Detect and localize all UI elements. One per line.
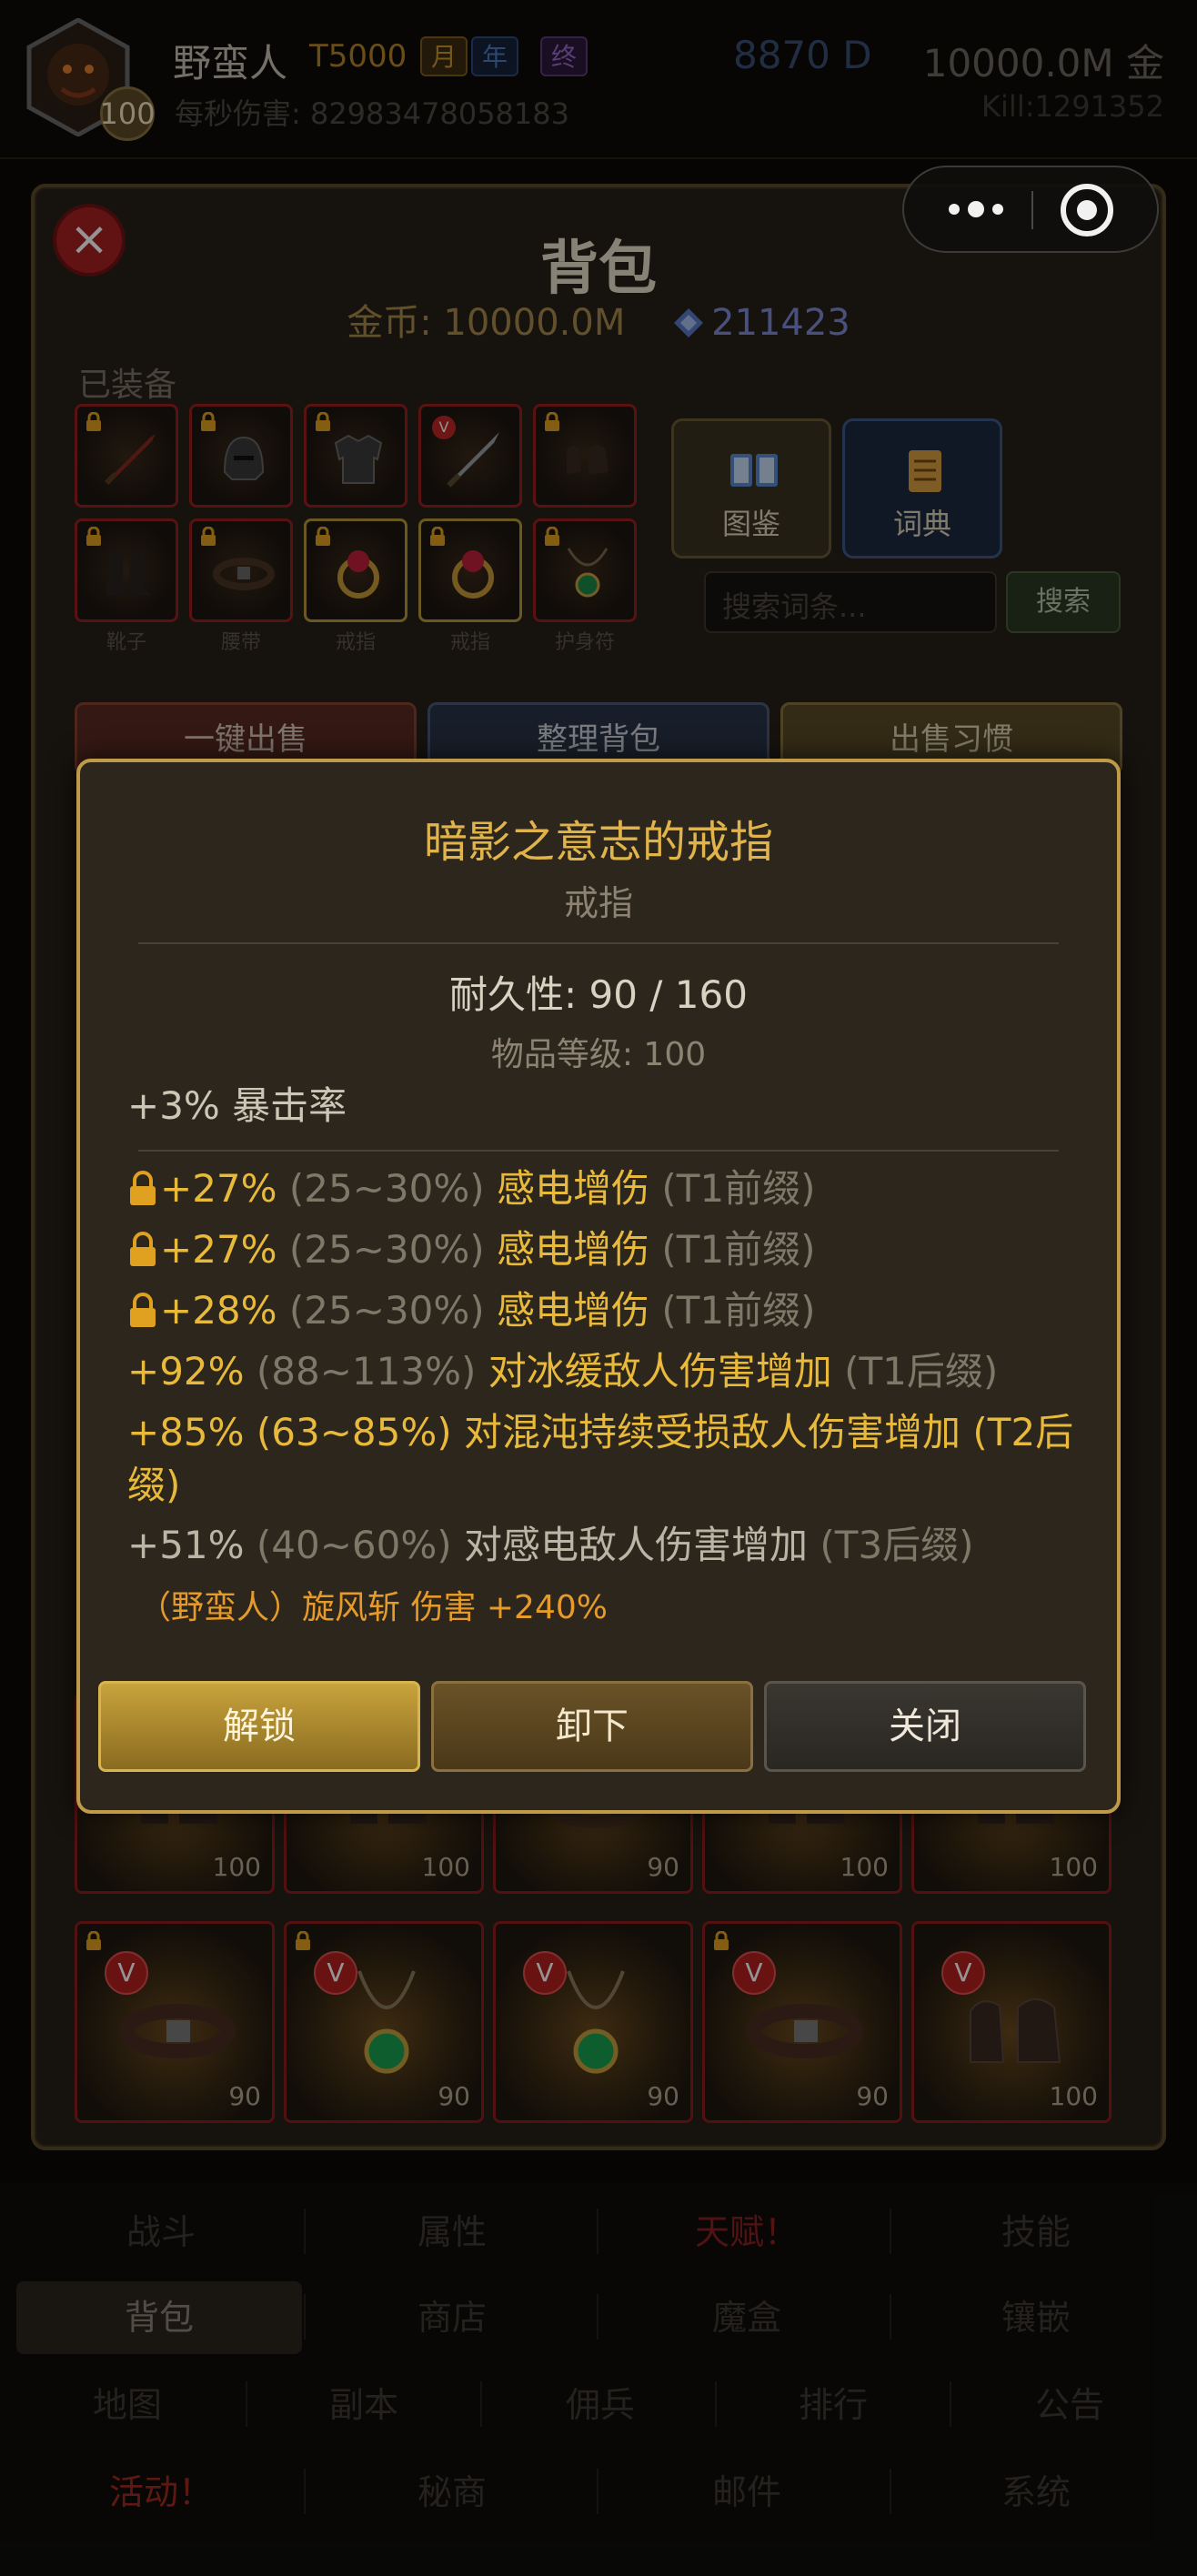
affix-range: (88~113%) [256, 1349, 477, 1394]
lock-icon [130, 1232, 156, 1266]
unequip-button[interactable]: 卸下 [431, 1681, 753, 1772]
affix-line: +51% (40~60%) 对感电敌人伤害增加 (T3后缀) [127, 1519, 1091, 1572]
item-name: 暗影之意志的戒指 [423, 817, 773, 868]
affix-range: (25~30%) [288, 1288, 485, 1333]
item-detail-modal: 暗影之意志的戒指 戒指 耐久性: 90 / 160 物品等级: 100 +3% … [76, 759, 1121, 1814]
affix-line: +85% (63~85%) 对混沌持续受损敌人伤害增加 (T2后缀) [127, 1406, 1091, 1512]
affix-name: 对感电敌人伤害增加 [464, 1523, 809, 1567]
affix-tier: (T3后缀) [820, 1523, 974, 1567]
affix-name: 对混沌持续受损敌人伤害增加 [464, 1410, 961, 1454]
affix-line: +27% (25~30%) 感电增伤 (T1前缀) [127, 1162, 1091, 1215]
affix-tier: (T1前缀) [661, 1288, 816, 1333]
affix-tier: (T1前缀) [661, 1227, 816, 1272]
affix-value: +92% [127, 1349, 245, 1394]
affix-value: +51% [127, 1523, 245, 1567]
divider [138, 1150, 1059, 1152]
item-durability: 耐久性: 90 / 160 [449, 972, 748, 1017]
affix-value: +27% [160, 1227, 277, 1272]
affix-range: (25~30%) [288, 1166, 485, 1211]
more-menu-icon[interactable] [935, 167, 1017, 251]
item-level: 物品等级: 100 [490, 1036, 707, 1073]
implicit-stat: +3% 暴击率 [127, 1083, 347, 1128]
affix-name: 对冰缓敌人伤害增加 [488, 1349, 832, 1394]
skill-bonus: （野蛮人）旋风斩 伤害 +240% [138, 1589, 608, 1626]
affix-tier: (T1后缀) [844, 1349, 999, 1394]
lock-icon [130, 1293, 156, 1327]
affix-name: 感电增伤 [497, 1166, 650, 1211]
affix-tier: (T1前缀) [661, 1166, 816, 1211]
item-type: 戒指 [563, 883, 633, 923]
affix-range: (25~30%) [288, 1227, 485, 1272]
exit-miniprogram-icon[interactable] [1061, 184, 1113, 236]
affix-line: +27% (25~30%) 感电增伤 (T1前缀) [127, 1223, 1091, 1276]
affix-range: (40~60%) [256, 1523, 452, 1567]
affix-value: +85% [127, 1410, 245, 1454]
affix-line: +28% (25~30%) 感电增伤 (T1前缀) [127, 1284, 1091, 1337]
close-modal-button[interactable]: 关闭 [764, 1681, 1086, 1772]
affix-line: +92% (88~113%) 对冰缓敌人伤害增加 (T1后缀) [127, 1345, 1091, 1398]
miniprogram-capsule [902, 166, 1159, 253]
unlock-button[interactable]: 解锁 [98, 1681, 420, 1772]
lock-icon [130, 1171, 156, 1205]
affix-name: 感电增伤 [497, 1227, 650, 1272]
affix-name: 感电增伤 [497, 1288, 650, 1333]
affix-range: (63~85%) [256, 1410, 452, 1454]
affix-value: +28% [160, 1288, 277, 1333]
divider [138, 942, 1059, 944]
affix-value: +27% [160, 1166, 277, 1211]
capsule-divider [1031, 191, 1033, 229]
